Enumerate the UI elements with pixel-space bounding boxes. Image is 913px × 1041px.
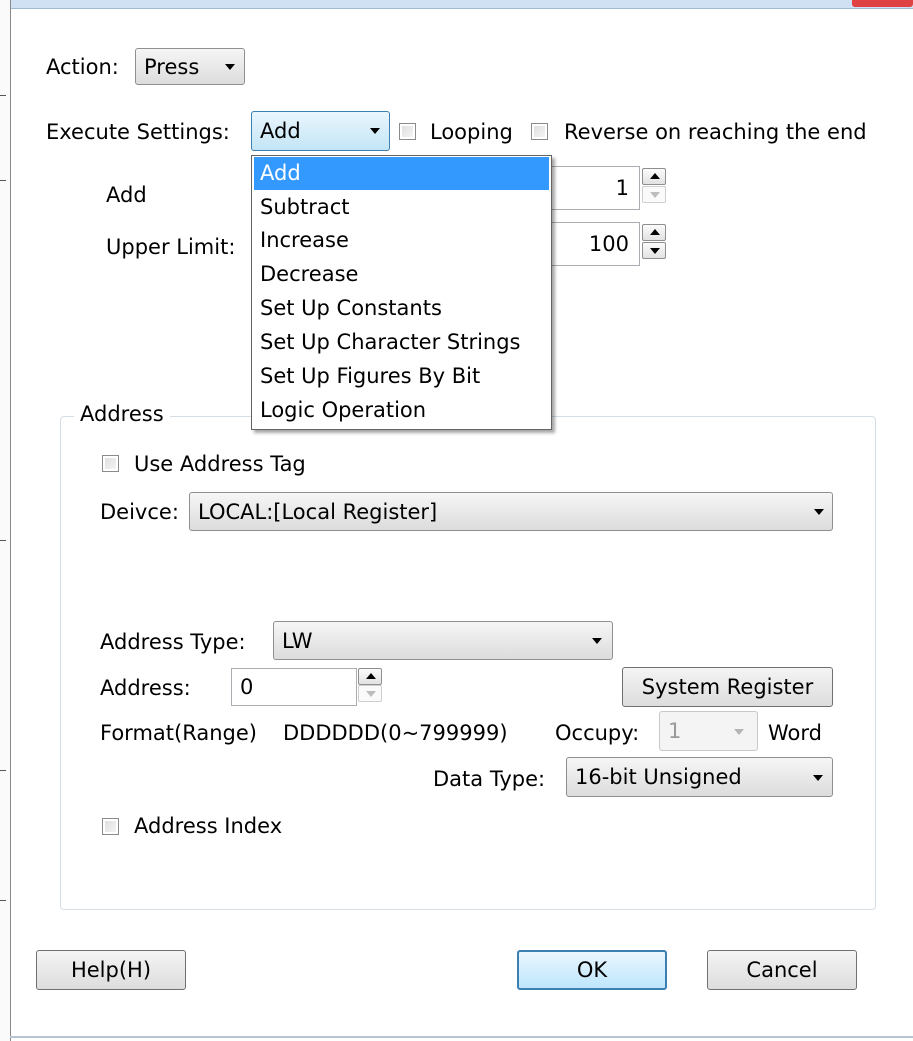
dropdown-option-increase[interactable]: Increase xyxy=(254,224,549,257)
occupy-select: 1 xyxy=(659,711,758,751)
help-button[interactable]: Help(H) xyxy=(36,950,186,990)
system-register-label: System Register xyxy=(641,675,814,699)
address-label: Address: xyxy=(100,676,191,700)
data-type-select[interactable]: 16-bit Unsigned xyxy=(566,757,833,797)
reverse-label: Reverse on reaching the end xyxy=(564,120,867,144)
upper-limit-text: 100 xyxy=(588,232,629,256)
add-value-label: Add xyxy=(106,183,147,207)
looping-label: Looping xyxy=(430,120,513,144)
close-button[interactable] xyxy=(852,0,913,7)
dropdown-option-logic-operation[interactable]: Logic Operation xyxy=(254,394,549,427)
format-label: Format(Range) xyxy=(100,721,257,745)
spin-up-button[interactable] xyxy=(358,668,382,685)
add-value-spinner[interactable] xyxy=(642,166,666,210)
address-index-label: Address Index xyxy=(134,814,283,838)
ok-button-label: OK xyxy=(576,958,608,982)
device-select-value: LOCAL:[Local Register] xyxy=(198,499,438,524)
dropdown-option-set-up-figures-by-bit[interactable]: Set Up Figures By Bit xyxy=(254,360,549,393)
use-address-tag-checkbox[interactable] xyxy=(102,455,119,472)
action-label: Action: xyxy=(46,55,119,79)
arrow-up-icon xyxy=(650,229,660,235)
dialog-title-bar xyxy=(0,0,913,9)
chevron-down-icon xyxy=(225,64,235,70)
address-type-value: LW xyxy=(282,628,313,653)
data-type-label: Data Type: xyxy=(433,767,546,791)
dropdown-option-add[interactable]: Add xyxy=(254,157,549,190)
help-button-label: Help(H) xyxy=(70,958,152,982)
window-bottom-edge xyxy=(10,1036,913,1038)
chevron-down-icon xyxy=(592,638,602,644)
arrow-up-icon xyxy=(650,173,660,179)
execute-settings-select[interactable]: Add xyxy=(251,111,390,151)
upper-limit-label: Upper Limit: xyxy=(106,235,236,259)
device-select[interactable]: LOCAL:[Local Register] xyxy=(189,492,833,531)
ok-button[interactable]: OK xyxy=(517,950,667,990)
add-value-text: 1 xyxy=(615,176,629,200)
system-register-button[interactable]: System Register xyxy=(622,667,833,707)
looping-checkbox[interactable] xyxy=(399,123,416,140)
dropdown-option-set-up-constants[interactable]: Set Up Constants xyxy=(254,292,549,325)
format-value: DDDDDD(0~799999) xyxy=(283,721,508,745)
dropdown-option-subtract[interactable]: Subtract xyxy=(254,191,549,224)
address-type-label: Address Type: xyxy=(100,630,246,654)
spin-down-button[interactable] xyxy=(642,186,666,203)
chevron-down-icon xyxy=(370,128,380,134)
chevron-down-icon xyxy=(734,729,744,735)
spin-up-button[interactable] xyxy=(642,168,666,185)
spin-up-button[interactable] xyxy=(642,224,666,241)
cancel-button-label: Cancel xyxy=(746,958,818,982)
dropdown-option-decrease[interactable]: Decrease xyxy=(254,258,549,291)
address-input[interactable]: 0 xyxy=(231,668,357,706)
window-left-edge xyxy=(0,0,11,1041)
address-spinner[interactable] xyxy=(358,668,382,704)
chevron-down-icon xyxy=(813,775,823,781)
action-select[interactable]: Press xyxy=(135,48,245,85)
upper-limit-input[interactable]: 100 xyxy=(545,222,640,266)
execute-settings-label: Execute Settings: xyxy=(46,120,230,144)
arrow-down-icon xyxy=(366,691,376,697)
arrow-up-icon xyxy=(366,673,376,679)
action-select-value: Press xyxy=(144,54,200,79)
spin-down-button[interactable] xyxy=(358,685,382,702)
address-input-value: 0 xyxy=(240,675,254,699)
address-group-title: Address xyxy=(74,402,170,426)
execute-settings-dropdown: Add Subtract Increase Decrease Set Up Co… xyxy=(251,155,552,430)
occupy-label: Occupy: xyxy=(555,721,640,745)
device-label: Deivce: xyxy=(100,500,179,524)
add-value-input[interactable]: 1 xyxy=(545,166,640,210)
data-type-value: 16-bit Unsigned xyxy=(575,765,742,789)
dropdown-option-set-up-character-strings[interactable]: Set Up Character Strings xyxy=(254,326,549,359)
execute-settings-value: Add xyxy=(260,119,301,143)
upper-limit-spinner[interactable] xyxy=(642,224,666,268)
occupy-unit: Word xyxy=(768,721,822,745)
use-address-tag-label: Use Address Tag xyxy=(134,452,306,476)
address-index-checkbox[interactable] xyxy=(102,818,119,835)
arrow-down-icon xyxy=(650,248,660,254)
arrow-down-icon xyxy=(650,192,660,198)
address-type-select[interactable]: LW xyxy=(273,621,613,660)
chevron-down-icon xyxy=(814,509,824,515)
cancel-button[interactable]: Cancel xyxy=(707,950,857,990)
reverse-checkbox[interactable] xyxy=(531,123,548,140)
spin-down-button[interactable] xyxy=(642,242,666,259)
occupy-value: 1 xyxy=(668,719,682,743)
